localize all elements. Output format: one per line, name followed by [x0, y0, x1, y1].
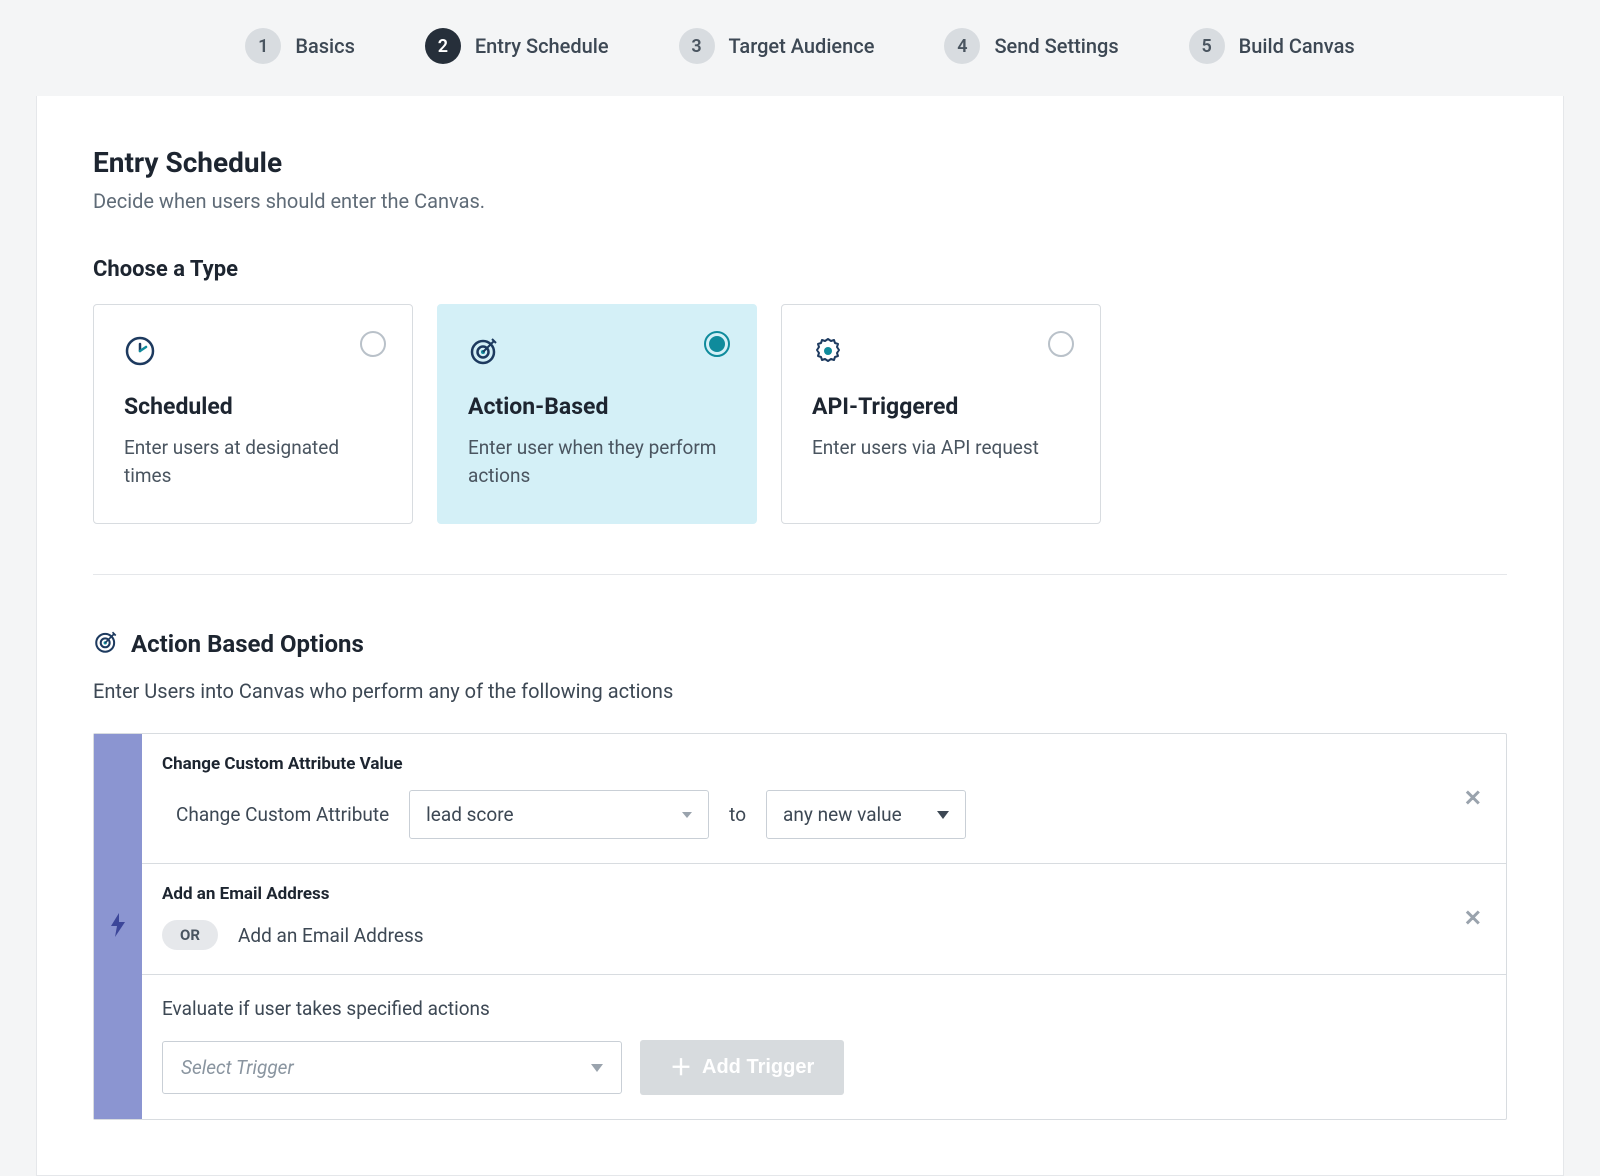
trigger-text: Add an Email Address [238, 924, 424, 947]
step-label: Build Canvas [1239, 34, 1355, 58]
action-options-title: Action Based Options [131, 630, 364, 658]
remove-trigger-button[interactable]: ✕ [1464, 907, 1482, 932]
trigger-conj-text: to [729, 803, 746, 826]
step-number: 4 [944, 28, 980, 64]
wizard-stepper: 1 Basics 2 Entry Schedule 3 Target Audie… [0, 0, 1600, 96]
value-select[interactable]: any new value [766, 790, 966, 839]
evaluate-controls: Select Trigger ＋ Add Trigger [162, 1040, 1480, 1095]
main-panel: Entry Schedule Decide when users should … [36, 96, 1564, 1176]
radio-scheduled[interactable] [360, 331, 386, 357]
trigger-row-change-attribute: Change Custom Attribute Value Change Cus… [142, 734, 1506, 864]
trigger-prefix-text: Change Custom Attribute [176, 803, 389, 826]
trigger-content: Change Custom Attribute Value Change Cus… [142, 734, 1506, 1119]
type-card-api-triggered[interactable]: API-Triggered Enter users via API reques… [781, 304, 1101, 524]
choose-type-title: Choose a Type [93, 257, 1507, 282]
step-target-audience[interactable]: 3 Target Audience [679, 28, 875, 64]
type-card-title: API-Triggered [812, 393, 1070, 420]
type-card-title: Scheduled [124, 393, 382, 420]
radio-api-triggered[interactable] [1048, 331, 1074, 357]
bolt-icon [108, 912, 128, 942]
add-trigger-button[interactable]: ＋ Add Trigger [640, 1040, 844, 1095]
step-build-canvas[interactable]: 5 Build Canvas [1189, 28, 1355, 64]
attribute-select[interactable]: lead score [409, 790, 709, 839]
step-label: Send Settings [994, 34, 1118, 58]
type-card-action-based[interactable]: Action-Based Enter user when they perfor… [437, 304, 757, 524]
chevron-down-icon [937, 811, 949, 819]
type-card-title: Action-Based [468, 393, 726, 420]
step-basics[interactable]: 1 Basics [245, 28, 355, 64]
value-select-value: any new value [783, 803, 902, 826]
attribute-select-value: lead score [426, 803, 513, 826]
step-entry-schedule[interactable]: 2 Entry Schedule [425, 28, 609, 64]
trigger-row-add-email: Add an Email Address OR Add an Email Add… [142, 864, 1506, 975]
evaluate-row: Evaluate if user takes specified actions… [142, 975, 1506, 1119]
step-number: 1 [245, 28, 281, 64]
target-icon [93, 629, 119, 659]
type-card-desc: Enter user when they perform actions [468, 434, 726, 489]
select-trigger-dropdown[interactable]: Select Trigger [162, 1041, 622, 1094]
select-trigger-placeholder: Select Trigger [181, 1056, 294, 1079]
type-card-desc: Enter users via API request [812, 434, 1070, 462]
gear-icon [812, 335, 1070, 371]
chevron-down-icon [682, 812, 692, 818]
type-card-scheduled[interactable]: Scheduled Enter users at designated time… [93, 304, 413, 524]
step-number: 3 [679, 28, 715, 64]
page-title: Entry Schedule [93, 146, 1507, 179]
trigger-row-title: Change Custom Attribute Value [162, 754, 1480, 774]
trigger-block: Change Custom Attribute Value Change Cus… [93, 733, 1507, 1120]
step-send-settings[interactable]: 4 Send Settings [944, 28, 1118, 64]
trigger-sidebar [94, 734, 142, 1119]
action-options-header: Action Based Options [93, 629, 1507, 659]
step-label: Target Audience [729, 34, 875, 58]
remove-trigger-button[interactable]: ✕ [1464, 786, 1482, 811]
step-number: 2 [425, 28, 461, 64]
plus-icon: ＋ [670, 1057, 692, 1079]
add-trigger-label: Add Trigger [702, 1056, 814, 1079]
radio-action-based[interactable] [704, 331, 730, 357]
type-card-desc: Enter users at designated times [124, 434, 382, 489]
action-options-subtext: Enter Users into Canvas who perform any … [93, 679, 1507, 703]
page-subtitle: Decide when users should enter the Canva… [93, 189, 1507, 213]
type-cards: Scheduled Enter users at designated time… [93, 304, 1507, 575]
chevron-down-icon [591, 1064, 603, 1072]
trigger-controls: Change Custom Attribute lead score to an… [162, 790, 1480, 839]
step-label: Entry Schedule [475, 34, 609, 58]
trigger-row-title: Add an Email Address [162, 884, 1480, 904]
step-label: Basics [295, 34, 355, 58]
trigger-controls: OR Add an Email Address [162, 920, 1480, 950]
evaluate-text: Evaluate if user takes specified actions [162, 997, 1480, 1020]
step-number: 5 [1189, 28, 1225, 64]
or-pill: OR [162, 920, 218, 950]
clock-icon [124, 335, 382, 371]
target-icon [468, 335, 726, 371]
